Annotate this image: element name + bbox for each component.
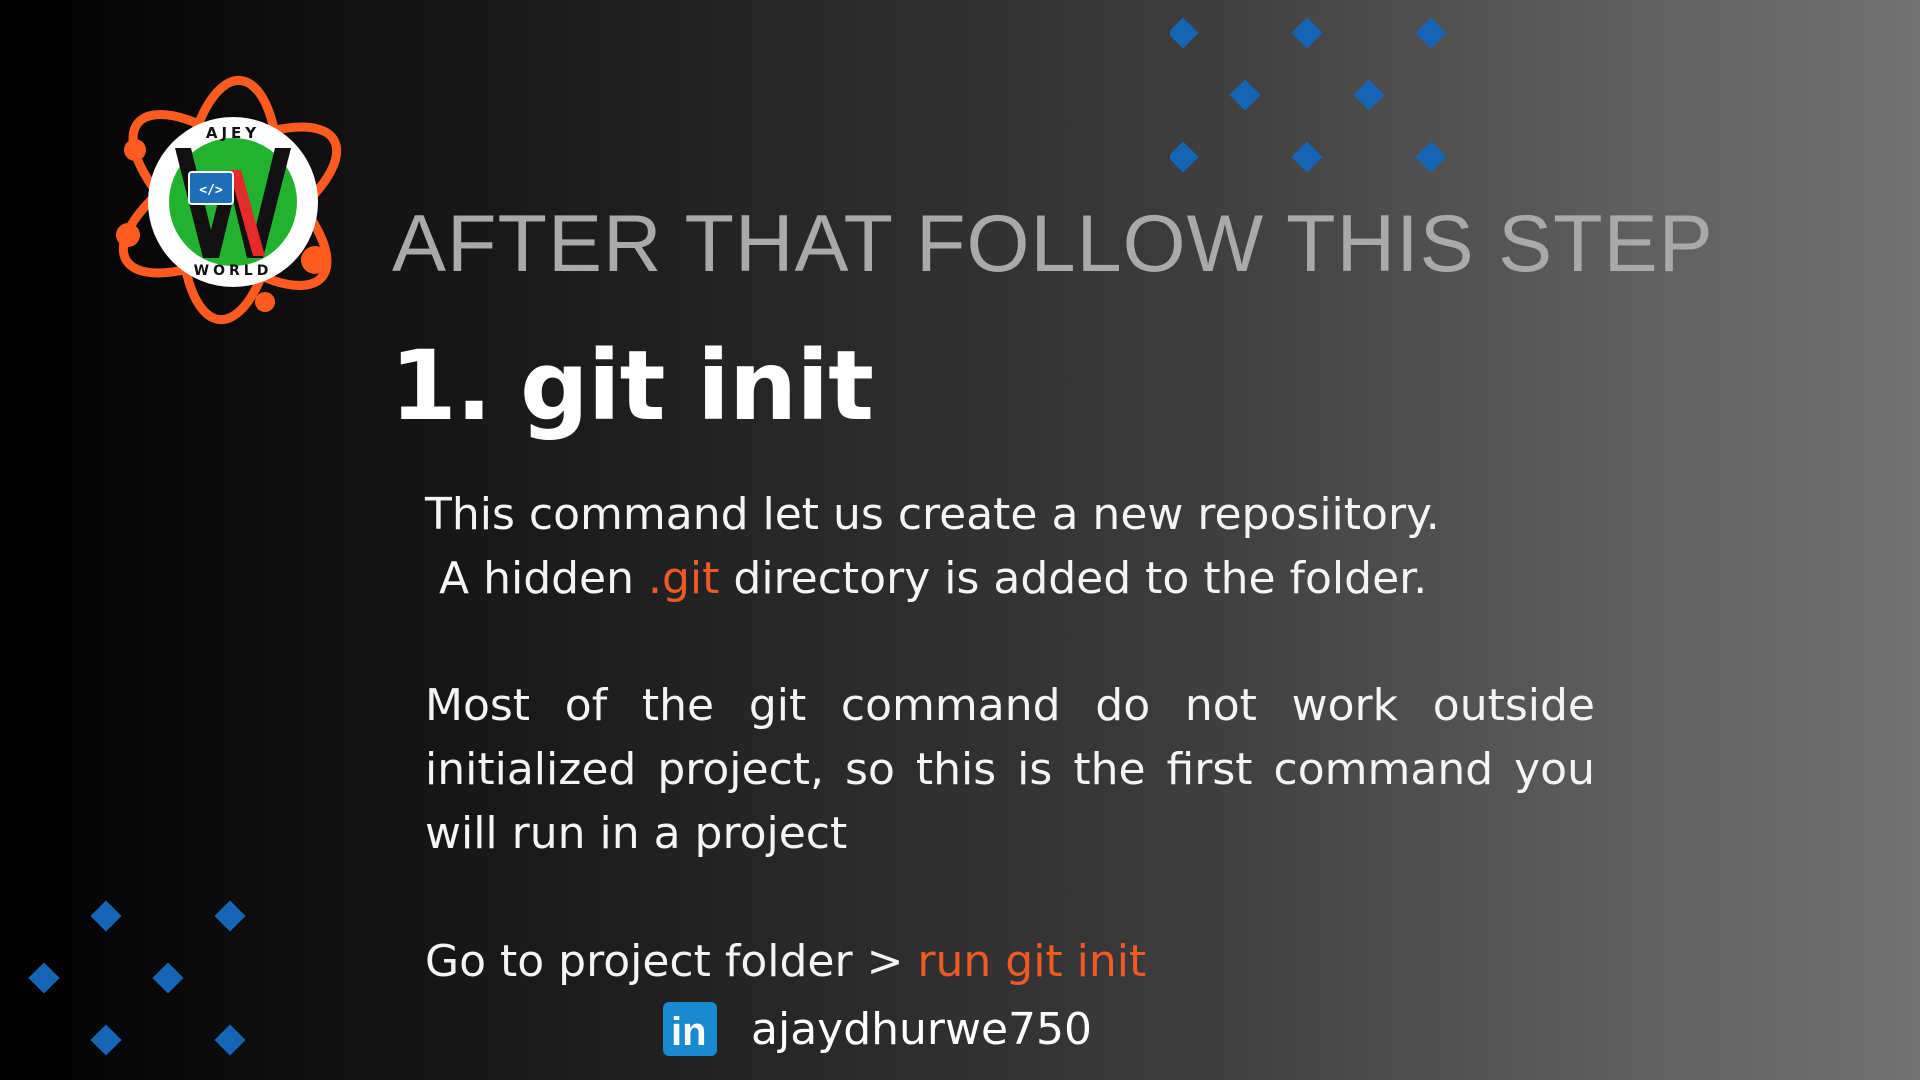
linkedin-icon[interactable]: in (663, 1002, 717, 1056)
git-directory-highlight: .git (648, 553, 720, 604)
usage-paragraph: Most of the git command do not work outs… (425, 680, 1595, 859)
description-line-2-after: directory is added to the folder. (719, 553, 1428, 604)
step-number: 1. (390, 330, 492, 442)
linkedin-icon-text: in (671, 1010, 707, 1054)
description-line-2: A hidden .git directory is added to the … (425, 547, 1595, 611)
instruction-text: Go to project folder > (425, 936, 918, 987)
description-paragraph: This command let us create a new reposii… (425, 483, 1595, 611)
ajey-world-logo: </> AJEY WORLD (116, 75, 342, 325)
step-title: 1. git init (390, 330, 874, 442)
step-command: git init (520, 330, 874, 442)
instruction-line: Go to project folder > run git init (425, 930, 1595, 994)
logo-code-glyph: </> (199, 183, 223, 198)
description-line-1: This command let us create a new reposii… (425, 489, 1440, 540)
instruction-highlight: run git init (917, 936, 1147, 987)
diamond-pattern-bottom (28, 900, 246, 1056)
linkedin-handle[interactable]: ajaydhurwe750 (751, 1004, 1092, 1055)
slide-heading: AFTER THAT FOLLOW THIS STEP (392, 199, 1714, 289)
diamond-pattern-top (1170, 17, 1447, 173)
logo-top-text: AJEY (206, 124, 260, 142)
linkedin-footer[interactable]: in ajaydhurwe750 (663, 1001, 1092, 1057)
logo-bottom-text: WORLD (194, 263, 273, 279)
description-line-2-before: A hidden (439, 553, 648, 604)
